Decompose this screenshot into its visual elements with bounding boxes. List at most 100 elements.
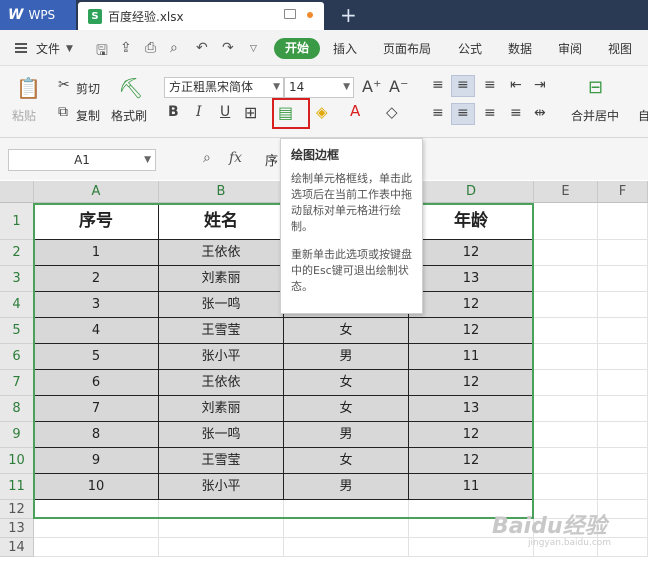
justify-icon[interactable]: ≡ (510, 105, 522, 121)
table-cell[interactable]: 12 (409, 422, 534, 448)
empty-cell[interactable] (159, 519, 284, 538)
table-cell[interactable]: 7 (34, 396, 159, 422)
table-cell[interactable]: 11 (409, 474, 534, 500)
table-cell[interactable]: 王依依 (159, 240, 284, 266)
empty-cell[interactable] (598, 474, 648, 500)
table-cell[interactable]: 女 (284, 318, 409, 344)
empty-cell[interactable] (34, 519, 159, 538)
new-tab-button[interactable]: + (340, 3, 357, 27)
export-icon[interactable]: ⇪ (120, 40, 132, 56)
row-header-5[interactable]: 5 (0, 318, 34, 344)
table-cell[interactable]: 张一鸣 (159, 422, 284, 448)
table-cell[interactable]: 女 (284, 396, 409, 422)
empty-cell[interactable] (534, 292, 598, 318)
preview-icon[interactable]: ⌕ (170, 40, 178, 56)
empty-cell[interactable] (598, 448, 648, 474)
paste-button[interactable]: 粘贴 (12, 107, 36, 124)
row-header-11[interactable]: 11 (0, 474, 34, 500)
font-name-dropdown[interactable]: 方正粗黑宋简体 ▼ (164, 77, 284, 98)
table-cell[interactable]: 张小平 (159, 474, 284, 500)
table-cell[interactable]: 5 (34, 344, 159, 370)
increase-font-icon[interactable]: A⁺ (362, 77, 381, 96)
align-top-icon[interactable]: ≡ (432, 77, 444, 93)
table-cell[interactable]: 张小平 (159, 344, 284, 370)
row-header-14[interactable]: 14 (0, 538, 34, 557)
clear-format-icon[interactable]: ◇ (386, 103, 398, 121)
table-cell[interactable]: 王雪莹 (159, 448, 284, 474)
table-cell[interactable]: 男 (284, 422, 409, 448)
table-cell[interactable]: 12 (409, 292, 534, 318)
tab-page-layout[interactable]: 页面布局 (383, 40, 431, 57)
chevron-down-icon[interactable]: ▼ (66, 44, 73, 54)
underline-button[interactable]: U (220, 104, 230, 120)
table-cell[interactable]: 10 (34, 474, 159, 500)
empty-cell[interactable] (534, 474, 598, 500)
format-painter-button[interactable]: 格式刷 (111, 107, 147, 124)
table-cell[interactable]: 王依依 (159, 370, 284, 396)
empty-cell[interactable] (159, 500, 284, 519)
table-cell[interactable]: 男 (284, 344, 409, 370)
empty-cell[interactable] (534, 422, 598, 448)
name-box[interactable]: A1 ▼ (8, 149, 156, 171)
more-ribbon-button[interactable]: 自 (638, 107, 648, 124)
table-cell[interactable]: 12 (409, 448, 534, 474)
font-color-icon[interactable]: A (350, 102, 360, 120)
row-header-10[interactable]: 10 (0, 448, 34, 474)
border-icon[interactable]: ⊞ (244, 103, 257, 122)
empty-cell[interactable] (598, 344, 648, 370)
undo-icon[interactable]: ↶ (196, 40, 208, 56)
table-cell[interactable]: 12 (409, 370, 534, 396)
copy-button[interactable]: 复制 (76, 107, 100, 124)
tab-start[interactable]: 开始 (274, 38, 320, 59)
empty-cell[interactable] (598, 240, 648, 266)
table-cell[interactable]: 2 (34, 266, 159, 292)
table-cell[interactable]: 王雪莹 (159, 318, 284, 344)
empty-cell[interactable] (34, 538, 159, 557)
format-painter-icon[interactable]: ⛏ (118, 76, 143, 100)
zoom-search-icon[interactable]: ⌕ (203, 150, 211, 166)
row-header-1[interactable]: 1 (0, 203, 34, 240)
draw-border-highlight[interactable] (272, 98, 310, 129)
tab-data[interactable]: 数据 (508, 40, 532, 57)
empty-cell[interactable] (534, 448, 598, 474)
table-cell[interactable]: 4 (34, 318, 159, 344)
column-header-a[interactable]: A (34, 181, 159, 203)
row-header-4[interactable]: 4 (0, 292, 34, 318)
tab-insert[interactable]: 插入 (333, 40, 357, 57)
column-header-d[interactable]: D (409, 181, 534, 203)
monitor-icon[interactable] (284, 9, 296, 19)
align-middle-icon[interactable]: ≡ (457, 77, 469, 93)
empty-cell[interactable] (534, 203, 598, 240)
table-cell[interactable]: 1 (34, 240, 159, 266)
tab-formula[interactable]: 公式 (458, 40, 482, 57)
empty-cell[interactable] (598, 266, 648, 292)
empty-cell[interactable] (534, 396, 598, 422)
empty-cell[interactable] (534, 266, 598, 292)
column-header-e[interactable]: E (534, 181, 598, 203)
row-header-6[interactable]: 6 (0, 344, 34, 370)
empty-cell[interactable] (598, 318, 648, 344)
table-cell[interactable]: 12 (409, 240, 534, 266)
print-icon[interactable]: ⎙ (145, 40, 156, 56)
empty-cell[interactable] (284, 519, 409, 538)
fill-color-icon[interactable]: ◈ (316, 103, 328, 121)
column-header-b[interactable]: B (159, 181, 284, 203)
hamburger-icon[interactable] (15, 43, 27, 53)
empty-cell[interactable] (598, 422, 648, 448)
tab-view[interactable]: 视图 (608, 40, 632, 57)
empty-cell[interactable] (598, 203, 648, 240)
row-header-3[interactable]: 3 (0, 266, 34, 292)
empty-cell[interactable] (534, 370, 598, 396)
header-cell[interactable]: 年龄 (409, 203, 534, 240)
merge-center-icon[interactable]: ⊟ (588, 77, 603, 98)
cut-icon[interactable]: ✂ (58, 77, 70, 93)
align-bottom-icon[interactable]: ≡ (484, 77, 496, 93)
row-header-12[interactable]: 12 (0, 500, 34, 519)
table-cell[interactable]: 女 (284, 370, 409, 396)
decrease-font-icon[interactable]: A⁻ (389, 77, 408, 96)
paste-icon[interactable]: 📋 (16, 76, 41, 100)
table-cell[interactable]: 6 (34, 370, 159, 396)
more-chevron-icon[interactable]: ▽ (250, 44, 257, 54)
wps-home-tab[interactable]: W WPS (0, 0, 76, 30)
cut-button[interactable]: 剪切 (76, 80, 100, 97)
